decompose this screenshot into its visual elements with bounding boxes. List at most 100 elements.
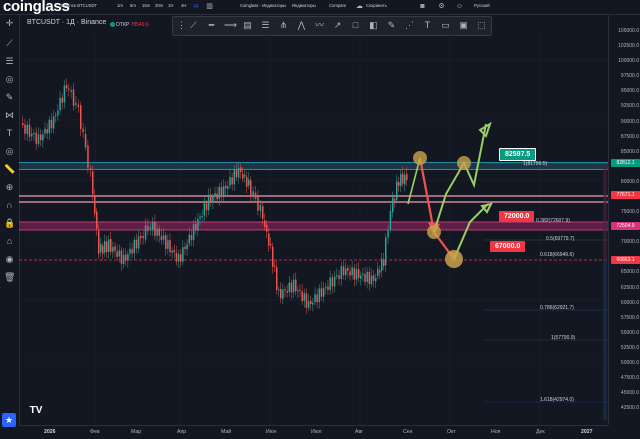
candle-body (396, 181, 398, 200)
brand-logo[interactable]: coinglass (3, 0, 70, 15)
eye-icon[interactable]: ◉ (4, 254, 15, 265)
trash-icon[interactable]: 🗑 (4, 272, 15, 283)
candle-body (108, 239, 110, 252)
user-icon[interactable]: ☺ (455, 2, 464, 11)
interval-30m[interactable]: 30m (155, 3, 163, 8)
open-label: ОТКР (116, 22, 130, 28)
candle-body (152, 221, 154, 230)
drag-handle-icon[interactable]: ⋮ (176, 20, 187, 31)
candle-body (297, 290, 299, 292)
horizontal-lines-icon[interactable]: ☰ (4, 56, 15, 67)
candle-body (48, 119, 51, 134)
interval-4h[interactable]: 4H (181, 3, 186, 8)
note-tool-icon[interactable]: ▭ (440, 20, 451, 31)
pair-selector[interactable]: Binance BTCUSDT (61, 3, 97, 8)
candles-icon[interactable]: ▥ (205, 2, 214, 11)
pattern-tool-icon[interactable]: ⋀ (296, 20, 307, 31)
interval-1m[interactable]: 1m (117, 3, 123, 8)
camera-icon[interactable]: ◙ (418, 2, 427, 11)
candle-body (80, 105, 82, 129)
target-icon[interactable]: ◎ (4, 74, 15, 85)
pencil-icon[interactable]: ✎ (4, 92, 15, 103)
price-axis[interactable]: 105000.0 102500.0 100000.0 97500.0 95000… (608, 15, 640, 425)
drawing-sidebar: ✛ ⟋ ☰ ◎ ✎ ⋈ T ◎ 📏 ⊕ ∩ 🔒 ⌂ ◉ 🗑 ★ (0, 15, 20, 438)
interval-5m[interactable]: 5m (130, 3, 136, 8)
price-label: 87500.0 (620, 134, 639, 140)
text-tool-icon[interactable]: T (422, 20, 433, 31)
symbol-title[interactable]: BTCUSDT · 1Д · Binance (27, 19, 106, 26)
time-label: Сен (403, 429, 413, 435)
interval-1d[interactable]: 1Д (193, 3, 198, 8)
interval-1h[interactable]: 1H (168, 3, 173, 8)
candle-body (210, 194, 212, 202)
candle-body (37, 134, 40, 144)
candle-body (327, 286, 329, 290)
candle-body (274, 265, 276, 267)
fib-tool-icon[interactable]: ☰ (260, 20, 271, 31)
shape-tool-icon[interactable]: ◧ (368, 20, 379, 31)
candle-body (372, 275, 375, 281)
turn-point-2 (427, 225, 441, 239)
candle-body (175, 252, 178, 262)
arrow-tool-icon[interactable]: ↗ (332, 20, 343, 31)
image-tool-icon[interactable]: ▣ (458, 20, 469, 31)
candle-body (387, 230, 389, 238)
gear-icon[interactable]: ⚙ (437, 2, 446, 11)
compare-button[interactable]: Compare (329, 3, 346, 8)
price-label: 100000.0 (618, 58, 639, 64)
interval-15m[interactable]: 15m (142, 3, 150, 8)
zoom-icon[interactable]: ⊕ (4, 182, 15, 193)
candle-body (65, 85, 68, 89)
candle-body (96, 211, 98, 229)
candle-body (266, 224, 268, 232)
line-tool-icon[interactable]: ⟋ (188, 20, 199, 31)
trendline-icon[interactable]: ⟋ (4, 38, 15, 49)
tradingview-logo[interactable]: TV (28, 404, 44, 417)
pitchfork-icon[interactable]: ⋔ (278, 20, 289, 31)
indicators-button[interactable]: Coinglass - Индикаторы (240, 3, 286, 8)
candle-body (229, 177, 231, 186)
zigzag-icon[interactable]: 〰 (314, 20, 325, 31)
cloud-icon[interactable]: ☁ (355, 2, 364, 11)
candle-body (129, 248, 131, 254)
candle-body (82, 128, 84, 133)
candle-body (110, 239, 112, 252)
lock-drawings-icon[interactable]: ⌂ (4, 236, 15, 247)
candle-body (75, 102, 77, 105)
indicators2-button[interactable]: Индикаторы (292, 3, 316, 8)
candle-body (250, 180, 252, 196)
ruler-icon[interactable]: 📏 (4, 164, 15, 175)
price-label: 65000.0 (620, 269, 639, 275)
language-selector[interactable]: Русский (474, 3, 490, 8)
candle-body (218, 186, 221, 199)
fib-label-0786: 0.786(62921.7) (540, 305, 574, 311)
ray-tool-icon[interactable]: ⟶ (224, 20, 237, 31)
callout-target-high: 82597.5 (499, 148, 537, 161)
channel-tool-icon[interactable]: ▤ (242, 20, 253, 31)
green-projection-path (433, 123, 487, 233)
candle-body (162, 235, 165, 240)
candle-body (167, 240, 169, 249)
time-axis[interactable]: 2026 Фев Мар Апр Май Июн Июл Авг Сен Окт… (19, 425, 608, 439)
favorite-star-icon[interactable]: ★ (2, 413, 16, 427)
measure-icon[interactable]: ◎ (4, 146, 15, 157)
text-icon[interactable]: T (4, 128, 15, 139)
price-label: 50000.0 (620, 360, 639, 366)
time-label: Авг (355, 429, 364, 435)
hline-tool-icon[interactable]: ━ (206, 20, 217, 31)
candle-body (35, 132, 37, 144)
candle-body (355, 269, 358, 280)
magnet-icon[interactable]: ∩ (4, 200, 15, 211)
red-projection-path (418, 157, 455, 260)
pattern-icon[interactable]: ⋈ (4, 110, 15, 121)
save-button[interactable]: Сохранить (366, 3, 387, 8)
crosshair-icon[interactable]: ✛ (4, 18, 15, 29)
path-tool-icon[interactable]: ⋰ (404, 20, 415, 31)
price-label: 102500.0 (618, 43, 639, 49)
more-tool-icon[interactable]: ⬚ (476, 20, 487, 31)
brush-tool-icon[interactable]: ✎ (386, 20, 397, 31)
rectangle-tool-icon[interactable]: □ (350, 20, 361, 31)
lock-icon[interactable]: 🔒 (4, 218, 15, 229)
candle-body (192, 224, 195, 240)
candle-body (184, 246, 186, 249)
